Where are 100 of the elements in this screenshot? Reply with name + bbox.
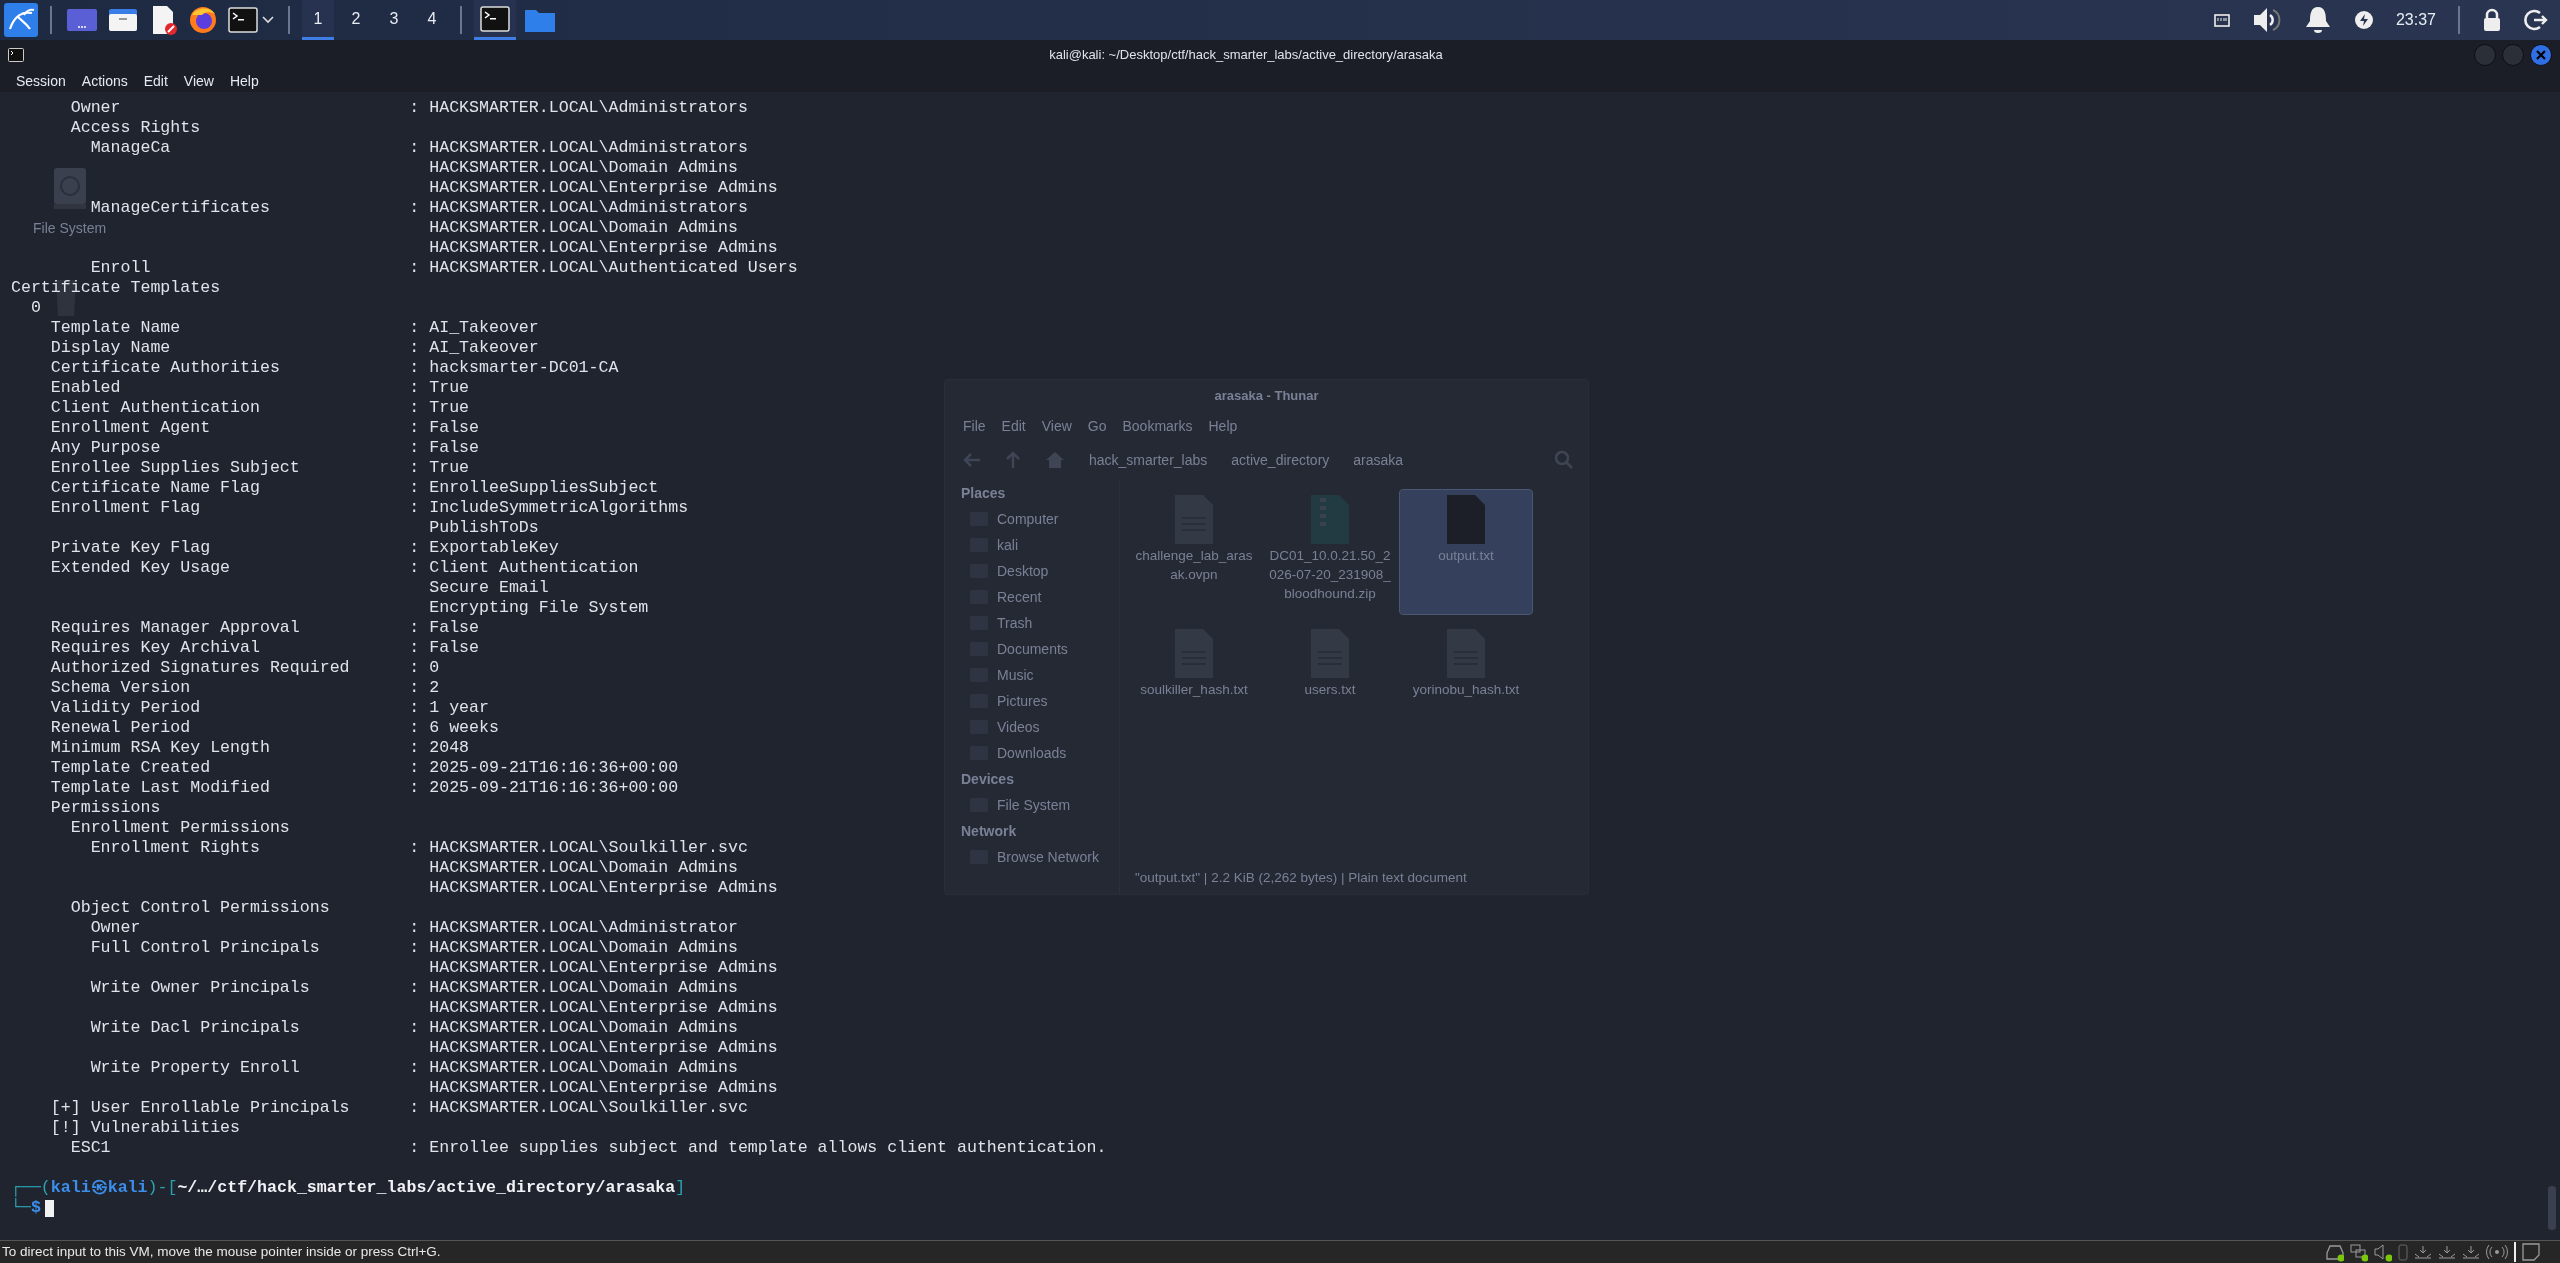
output-value: PublishToDs xyxy=(429,518,539,538)
shared-folder-icon[interactable] xyxy=(2414,1245,2432,1259)
output-value: 0 xyxy=(429,658,440,678)
separator: : xyxy=(409,718,420,737)
output-value: hacksmarter-DC01-CA xyxy=(429,358,619,378)
output-label: Requires Key Archival xyxy=(50,638,260,658)
file-icon xyxy=(1309,494,1351,546)
sidebar-item[interactable]: File System xyxy=(997,794,1071,816)
menu-item[interactable]: Help xyxy=(1208,415,1238,437)
menu-item[interactable]: Bookmarks xyxy=(1122,415,1193,437)
separator: : xyxy=(409,758,420,777)
menu-item[interactable]: Edit xyxy=(135,70,176,92)
output-value: HACKSMARTER.LOCAL\Domain Admins xyxy=(429,978,738,998)
menu-item[interactable]: View xyxy=(1041,415,1072,437)
shared-folder-icon[interactable] xyxy=(2462,1245,2480,1259)
separator: : xyxy=(409,538,420,557)
breadcrumb-button[interactable]: active_directory xyxy=(1231,449,1330,471)
menu-item[interactable]: View xyxy=(175,70,222,92)
output-label: Object Control Permissions xyxy=(69,898,330,918)
output-value: HACKSMARTER.LOCAL\Domain Admins xyxy=(429,938,738,958)
menu-item[interactable]: Go xyxy=(1087,415,1107,437)
sidebar-item[interactable]: Desktop xyxy=(997,560,1049,582)
sidebar-item[interactable]: Music xyxy=(997,664,1034,686)
shared-folder-icon[interactable] xyxy=(2438,1245,2456,1259)
separator: : xyxy=(409,678,420,697)
window-title: kali@kali: ~/Desktop/ctf/hack_smarter_labs/active_directory/arasaka xyxy=(1048,46,1444,65)
scrollbar[interactable] xyxy=(2548,1186,2556,1230)
file-tile[interactable]: output.txt xyxy=(1400,490,1532,614)
sidebar-item[interactable]: Videos xyxy=(997,716,1040,738)
workspace-button[interactable]: 4 xyxy=(416,0,448,40)
network-icon[interactable] xyxy=(2213,13,2230,27)
sidebar-item[interactable]: Downloads xyxy=(997,742,1067,764)
separator: : xyxy=(409,1058,420,1077)
file-tile[interactable]: DC01_10.0.21.50_2026-07-20_231908_bloodhound.zip xyxy=(1264,490,1396,614)
output-value: False xyxy=(429,618,479,638)
sidebar-item[interactable]: Computer xyxy=(997,508,1059,530)
network-adapter-icon[interactable] xyxy=(2350,1242,2368,1262)
output-label: Extended Key Usage xyxy=(50,558,231,578)
output-value: EnrolleeSuppliesSubject xyxy=(429,478,659,498)
terminal-icon xyxy=(8,48,24,62)
file-tile[interactable]: yorinobu_hash.txt xyxy=(1400,624,1532,748)
sidebar-item[interactable]: kali xyxy=(997,534,1018,556)
note-icon[interactable] xyxy=(2522,1243,2540,1261)
prompt-decoration: ] xyxy=(675,1178,686,1198)
file-tile[interactable]: users.txt xyxy=(1264,624,1396,748)
text-cursor xyxy=(44,1200,54,1217)
caret-icon[interactable] xyxy=(262,16,274,24)
workspace-button[interactable]: 3 xyxy=(378,0,410,40)
separator: : xyxy=(409,318,420,337)
wireless-icon[interactable] xyxy=(2486,1245,2508,1259)
separator: : xyxy=(409,558,420,577)
close-icon[interactable] xyxy=(2536,50,2546,60)
output-value: 2025-09-21T16:16:36+00:00 xyxy=(429,778,679,798)
lock-icon[interactable] xyxy=(2482,8,2502,32)
volume-icon[interactable] xyxy=(2251,6,2282,34)
output-label: [+] User Enrollable Principals xyxy=(50,1098,350,1118)
power-icon[interactable] xyxy=(2353,10,2374,30)
output-label: Any Purpose xyxy=(50,438,161,458)
terminal-icon[interactable] xyxy=(228,7,258,33)
output-value: HACKSMARTER.LOCAL\Enterprise Admins xyxy=(429,238,778,258)
output-value: 1 year xyxy=(429,698,489,718)
output-value: True xyxy=(429,458,470,478)
close-button[interactable] xyxy=(2530,44,2552,66)
separator: : xyxy=(409,938,420,957)
sidebar-heading: Places xyxy=(961,484,1007,503)
sidebar-item[interactable]: Documents xyxy=(997,638,1068,660)
bell-icon[interactable] xyxy=(2303,5,2332,35)
output-label: Write Owner Principals xyxy=(90,978,310,998)
sidebar-item[interactable]: Recent xyxy=(997,586,1042,608)
folder-icon[interactable] xyxy=(524,7,556,33)
output-value: HACKSMARTER.LOCAL\Soulkiller.svc xyxy=(429,838,748,858)
file-tile[interactable]: soulkiller_hash.txt xyxy=(1128,624,1260,748)
dragon-logo-icon[interactable] xyxy=(4,3,38,37)
output-value: True xyxy=(429,378,470,398)
workspace-button[interactable]: 1 xyxy=(302,0,334,40)
file-tile[interactable]: challenge_lab_arasak.ovpn xyxy=(1128,490,1260,614)
terminal-icon[interactable] xyxy=(480,5,510,32)
separator: : xyxy=(409,258,420,277)
output-label: Certificate Name Flag xyxy=(50,478,260,498)
output-value: 2025-09-21T16:16:36+00:00 xyxy=(429,758,679,778)
sidebar-item[interactable]: Browse Network xyxy=(997,846,1099,868)
breadcrumb-button[interactable]: arasaka xyxy=(1353,449,1404,471)
menu-item[interactable]: Actions xyxy=(73,70,136,92)
browser-icon[interactable] xyxy=(188,5,218,35)
menu-item[interactable]: Session xyxy=(8,70,74,92)
file-manager-icon[interactable] xyxy=(108,7,138,33)
sidebar-item[interactable]: Trash xyxy=(997,612,1033,634)
workspace-button[interactable]: 2 xyxy=(340,0,372,40)
output-value: HACKSMARTER.LOCAL\Enterprise Admins xyxy=(429,958,778,978)
output-label: Enrollment Agent xyxy=(50,418,211,438)
menu-item[interactable]: Edit xyxy=(1001,415,1026,437)
logout-icon[interactable] xyxy=(2524,9,2548,31)
file-name: users.txt xyxy=(1304,681,1356,699)
menu-item[interactable]: File xyxy=(963,415,986,437)
breadcrumb-button[interactable]: hack_smarter_labs xyxy=(1089,449,1208,471)
menu-item[interactable]: Help xyxy=(221,70,267,92)
speaker-icon[interactable] xyxy=(2374,1242,2392,1262)
sidebar-item[interactable]: Pictures xyxy=(997,690,1048,712)
output-value: True xyxy=(429,398,470,418)
desktop-icon[interactable] xyxy=(66,7,98,33)
